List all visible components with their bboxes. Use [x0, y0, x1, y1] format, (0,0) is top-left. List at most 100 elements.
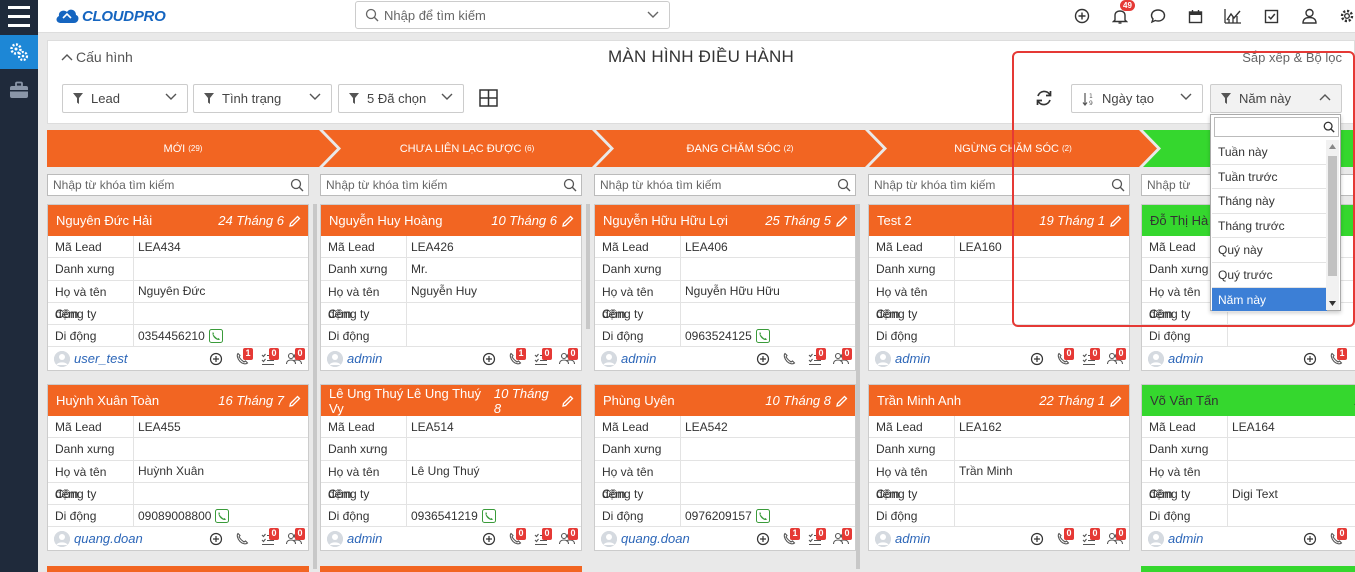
edit-pencil-icon[interactable] [289, 395, 301, 407]
lead-card[interactable]: Phùng Uyên 10 Tháng 8 Mã Lead LEA542 Danh xư… [594, 384, 856, 552]
card-header[interactable]: Trần Minh Anh 22 Tháng 1 [869, 385, 1129, 416]
owner-name[interactable]: quang.doan [74, 531, 152, 546]
lead-name[interactable]: Test 2 [877, 213, 912, 228]
owner-name[interactable]: admin [895, 351, 973, 366]
calendar-icon[interactable] [1185, 6, 1205, 26]
task-list-icon[interactable]: 0 [533, 347, 552, 367]
call-icon[interactable]: 0 [1055, 347, 1074, 367]
scroll-up-icon[interactable] [1329, 144, 1336, 149]
lead-name[interactable]: Nguyễn Huy Hoàng [329, 213, 442, 228]
column-scrollbar[interactable] [313, 204, 317, 569]
phone-call-icon[interactable] [755, 328, 770, 343]
lead-card[interactable]: Nguyên Đức Hải 24 Tháng 6 Mã Lead LEA434 Dan… [47, 204, 309, 372]
add-activity-icon[interactable] [208, 531, 224, 547]
column-scrollbar[interactable] [856, 204, 860, 569]
call-icon[interactable] [234, 531, 250, 547]
global-search[interactable] [355, 1, 670, 29]
call-icon[interactable]: 1 [781, 527, 800, 547]
add-activity-icon[interactable] [755, 351, 771, 367]
lead-name[interactable]: Nguyên Đức Hải [56, 213, 152, 228]
contacts-icon[interactable]: 0 [1107, 347, 1126, 367]
column-search[interactable] [868, 174, 1130, 196]
contacts-icon[interactable]: 0 [833, 527, 852, 547]
add-activity-icon[interactable] [1302, 531, 1318, 547]
phone-call-icon[interactable] [481, 508, 496, 523]
lead-name[interactable]: Đỗ Thị Hà [1150, 213, 1208, 228]
edit-pencil-icon[interactable] [562, 395, 574, 407]
contacts-icon[interactable]: 0 [286, 347, 305, 367]
lead-card[interactable]: Võ Văn Tấn27 TháMã Lead LEA164 Danh xưngHọ… [1141, 384, 1355, 552]
phone-call-icon[interactable] [755, 508, 770, 523]
add-activity-icon[interactable] [755, 531, 771, 547]
call-icon[interactable] [781, 351, 797, 367]
bell-icon[interactable]: 49 [1110, 0, 1135, 26]
option-this-quarter[interactable]: Quý này [1212, 238, 1327, 263]
call-icon[interactable]: 0 [507, 527, 526, 547]
owner-name[interactable]: admin [895, 531, 973, 546]
edit-pencil-icon[interactable] [1110, 215, 1122, 227]
task-list-icon[interactable]: 0 [1081, 347, 1100, 367]
column-search-input[interactable] [321, 175, 556, 195]
task-list-icon[interactable]: 0 [807, 347, 826, 367]
contacts-icon[interactable]: 0 [833, 347, 852, 367]
chevron-down-icon[interactable] [647, 11, 659, 19]
dropdown-search-input[interactable] [1214, 117, 1339, 137]
task-list-icon[interactable]: 0 [1081, 527, 1100, 547]
phone-call-icon[interactable] [215, 508, 230, 523]
lead-name[interactable]: Huỳnh Xuân Toàn [56, 393, 159, 408]
add-activity-icon[interactable] [1029, 531, 1045, 547]
call-icon[interactable]: 0 [1055, 527, 1074, 547]
user-icon[interactable] [1299, 6, 1319, 26]
task-list-icon[interactable]: 0 [533, 527, 552, 547]
scroll-down-icon[interactable] [1329, 301, 1336, 306]
settings-gears-icon[interactable] [0, 35, 38, 69]
add-activity-icon[interactable] [481, 531, 497, 547]
column-search[interactable] [594, 174, 856, 196]
lead-name[interactable]: Trần Minh Anh [877, 393, 961, 408]
owner-name[interactable]: quang.doan [621, 531, 699, 546]
add-activity-icon[interactable] [1302, 351, 1318, 367]
contacts-icon[interactable]: 0 [559, 527, 578, 547]
add-activity-icon[interactable] [481, 351, 497, 367]
task-list-icon[interactable]: 0 [260, 347, 279, 367]
dropdown-scrollbar[interactable] [1326, 140, 1339, 310]
card-header[interactable]: Võ Văn Tấn27 Thá [1142, 385, 1355, 416]
lead-card[interactable]: Huỳnh Xuân Toàn 16 Tháng 7 Mã Lead LEA455 Da… [47, 384, 309, 552]
card-header[interactable]: Huỳnh Xuân Toàn 16 Tháng 7 [48, 385, 308, 416]
chat-icon[interactable] [1148, 6, 1168, 26]
task-check-icon[interactable] [1261, 6, 1281, 26]
option-this-month[interactable]: Tháng này [1212, 189, 1327, 214]
chart-icon[interactable] [1223, 6, 1243, 26]
call-icon[interactable]: 1 [234, 347, 253, 367]
column-search-input[interactable] [869, 175, 1104, 195]
column-search-input[interactable] [48, 175, 283, 195]
column-search-input[interactable] [595, 175, 830, 195]
briefcase-icon[interactable] [0, 72, 38, 108]
card-header[interactable]: Nguyên Đức Hải 24 Tháng 6 [48, 205, 308, 236]
lead-name[interactable]: Võ Văn Tấn [1150, 393, 1218, 408]
sort-filter-link[interactable]: Sắp xếp & Bộ lọc [1242, 50, 1342, 65]
lead-name[interactable]: Phùng Uyên [603, 393, 675, 408]
lead-card[interactable]: Test 2 19 Tháng 1 Mã Lead LEA160 Danh xưng Họ… [868, 204, 1130, 372]
lead-card[interactable]: Lê Ung Thuý Lê Ung Thuý Vy 10 Tháng 8 Mã L… [320, 384, 582, 552]
edit-pencil-icon[interactable] [289, 215, 301, 227]
lead-card[interactable]: Trần Minh Anh 22 Tháng 1 Mã Lead LEA162 Danh… [868, 384, 1130, 552]
status-filter-dropdown[interactable]: Tình trạng [193, 84, 332, 113]
column-search[interactable] [320, 174, 582, 196]
add-activity-icon[interactable] [208, 351, 224, 367]
card-header[interactable]: Nguyễn Huy Hoàng 10 Tháng 6 [321, 205, 581, 236]
edit-pencil-icon[interactable] [1110, 395, 1122, 407]
card-header[interactable]: Lê Ung Thuý Lê Ung Thuý Vy 10 Tháng 8 [321, 385, 581, 416]
lead-name[interactable]: Nguyễn Hữu Hữu Lợi [603, 213, 728, 228]
contacts-icon[interactable]: 0 [559, 347, 578, 367]
add-activity-icon[interactable] [1029, 351, 1045, 367]
card-header[interactable]: Test 2 19 Tháng 1 [869, 205, 1129, 236]
owner-name[interactable]: admin [347, 351, 425, 366]
task-list-icon[interactable]: 0 [807, 527, 826, 547]
search-input[interactable] [384, 6, 634, 24]
owner-name[interactable]: admin [1168, 531, 1246, 546]
call-icon[interactable]: 1 [507, 347, 526, 367]
card-header[interactable]: Nguyễn Hữu Hữu Lợi 25 Tháng 5 [595, 205, 855, 236]
column-scrollbar[interactable] [586, 204, 590, 329]
column-search[interactable] [47, 174, 309, 196]
